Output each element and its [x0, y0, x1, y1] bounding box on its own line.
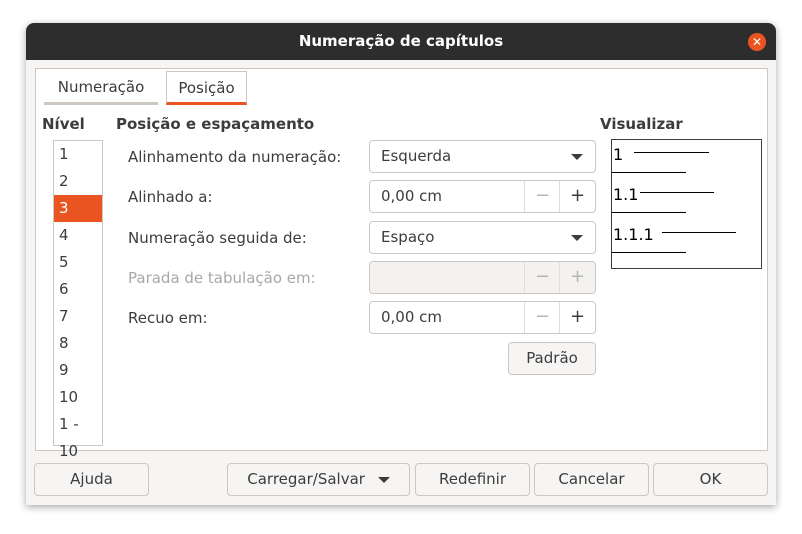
- followed-by-label: Numeração seguida de:: [128, 229, 307, 247]
- close-icon[interactable]: ✕: [748, 33, 766, 51]
- tab-stop-spinfield: − +: [369, 261, 596, 294]
- aligned-at-label: Alinhado a:: [128, 188, 213, 206]
- preview-heading: Visualizar: [600, 115, 683, 133]
- level-item[interactable]: 8: [54, 330, 102, 357]
- level-item[interactable]: 1: [54, 141, 102, 168]
- increment-button: +: [559, 262, 595, 293]
- default-button[interactable]: Padrão: [508, 342, 596, 375]
- title-bar[interactable]: Numeração de capítulos ✕: [26, 23, 776, 60]
- preview-line: [612, 212, 686, 213]
- increment-button[interactable]: +: [559, 302, 595, 333]
- decrement-button[interactable]: −: [524, 302, 560, 333]
- level-item[interactable]: 2: [54, 168, 102, 195]
- level-item[interactable]: 5: [54, 249, 102, 276]
- level-heading: Nível: [42, 115, 85, 133]
- level-list[interactable]: 1 2 3 4 5 6 7 8 9 10 1 - 10: [53, 140, 103, 460]
- chevron-down-icon: [571, 235, 583, 241]
- preview-level-1: 1: [613, 145, 624, 164]
- level-item[interactable]: 1 - 10: [54, 411, 102, 460]
- preview-line: [612, 172, 686, 173]
- aligned-at-spinfield[interactable]: 0,00 cm − +: [369, 180, 596, 213]
- tab-stop-label: Parada de tabulação em:: [128, 269, 316, 287]
- preview-line: [640, 192, 714, 193]
- tab-numbering[interactable]: Numeração: [44, 71, 158, 105]
- followed-by-select[interactable]: Espaço: [369, 221, 596, 254]
- cancel-button[interactable]: Cancelar: [534, 463, 649, 496]
- chevron-down-icon: [571, 154, 583, 160]
- decrement-button: −: [524, 262, 560, 293]
- decrement-button[interactable]: −: [524, 181, 560, 212]
- load-save-button[interactable]: Carregar/Salvar: [227, 463, 410, 496]
- level-item[interactable]: 6: [54, 276, 102, 303]
- preview-line: [612, 252, 686, 253]
- level-item[interactable]: 10: [54, 384, 102, 411]
- followed-by-value: Espaço: [381, 228, 435, 246]
- indent-value: 0,00 cm: [381, 308, 443, 326]
- dialog-title: Numeração de capítulos: [298, 32, 504, 50]
- tab-panel: Numeração Posição Nível 1 2 3 4 5 6 7 8 …: [35, 68, 768, 460]
- level-item[interactable]: 7: [54, 303, 102, 330]
- alignment-select[interactable]: Esquerda: [369, 140, 596, 173]
- level-item[interactable]: 9: [54, 357, 102, 384]
- alignment-label: Alinhamento da numeração:: [128, 148, 342, 166]
- help-button[interactable]: Ajuda: [34, 463, 149, 496]
- chapter-numbering-dialog: Numeração de capítulos ✕ Numeração Posiç…: [26, 23, 776, 505]
- preview-line: [634, 152, 709, 153]
- increment-button[interactable]: +: [559, 181, 595, 212]
- level-item[interactable]: 4: [54, 222, 102, 249]
- preview-level-3: 1.1.1: [613, 225, 654, 244]
- alignment-value: Esquerda: [381, 147, 452, 165]
- indent-spinfield[interactable]: 0,00 cm − +: [369, 301, 596, 334]
- level-item-selected[interactable]: 3: [54, 195, 102, 222]
- reset-button[interactable]: Redefinir: [415, 463, 530, 496]
- preview-box: 1 1.1 1.1.1: [611, 139, 762, 269]
- position-spacing-heading: Posição e espaçamento: [116, 115, 315, 133]
- tab-position[interactable]: Posição: [166, 71, 247, 105]
- preview-line: [662, 232, 736, 233]
- load-save-label: Carregar/Salvar: [247, 470, 365, 488]
- indent-label: Recuo em:: [128, 309, 208, 327]
- ok-button[interactable]: OK: [653, 463, 768, 496]
- preview-level-2: 1.1: [613, 185, 639, 204]
- chevron-down-icon: [377, 476, 390, 483]
- aligned-at-value: 0,00 cm: [381, 187, 443, 205]
